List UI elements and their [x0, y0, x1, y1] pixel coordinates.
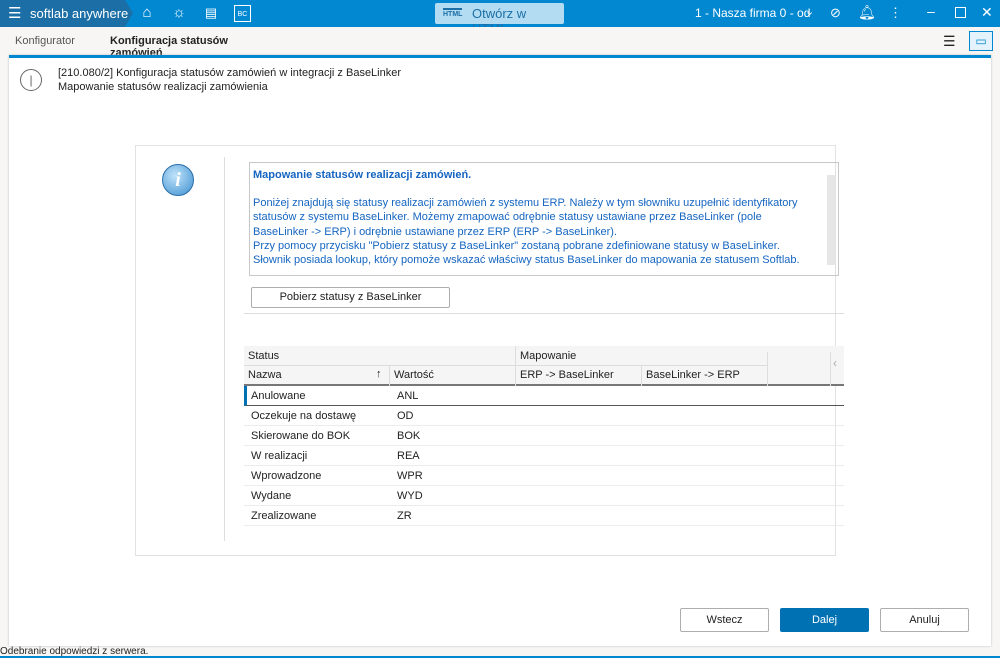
html-icon: HTML: [443, 8, 463, 18]
cell-name: Oczekuje na dostawę: [251, 410, 357, 422]
column-name[interactable]: Nazwa: [248, 369, 282, 381]
cell-name: W realizacji: [251, 450, 308, 462]
column-value[interactable]: Wartość: [394, 369, 434, 381]
description-title: Mapowanie statusów realizacji zamówień.: [253, 169, 472, 181]
tab-bar: Konfigurator Konfiguracja statusów zamów…: [0, 27, 1000, 65]
hamburger-menu-icon[interactable]: ☰: [8, 4, 21, 22]
minimize-icon[interactable]: –: [927, 3, 935, 19]
comment-icon[interactable]: ▭: [969, 31, 993, 51]
next-button[interactable]: Dalej: [780, 608, 869, 632]
table-row[interactable]: W realizacji REA: [244, 446, 844, 466]
table-row[interactable]: Zrealizowane ZR: [244, 506, 844, 526]
brand-area[interactable]: ☰ softlab anywhere: [0, 0, 133, 27]
column-erp-to-baselinker[interactable]: ERP -> BaseLinker: [520, 369, 614, 381]
more-menu-icon[interactable]: ⋮: [889, 5, 902, 21]
info-outline-icon: |: [20, 69, 42, 91]
cell-value: REA: [397, 450, 420, 462]
sort-ascending-icon[interactable]: ↑: [376, 368, 382, 380]
description-box[interactable]: Mapowanie statusów realizacji zamówień. …: [249, 162, 839, 276]
grid-header: Status Mapowanie Nazwa ↑ Wartość ERP -> …: [244, 346, 844, 386]
divider: [224, 157, 225, 541]
divider: [244, 313, 844, 314]
news-icon[interactable]: ▤: [201, 4, 221, 22]
cell-value: OD: [397, 410, 414, 422]
mic-off-icon[interactable]: ⊘: [830, 5, 841, 21]
table-row[interactable]: Anulowane ANL: [244, 386, 844, 406]
info-icon: i: [162, 164, 194, 196]
status-bar: Odebranie odpowiedzi z serwera.: [0, 646, 1000, 658]
lightbulb-icon[interactable]: ☼: [169, 4, 189, 22]
description-body: Poniżej znajdują się statusy realizacji …: [253, 197, 800, 267]
cell-value: ANL: [397, 390, 419, 402]
cancel-button[interactable]: Anuluj: [880, 608, 969, 632]
table-row[interactable]: Oczekuje na dostawę OD: [244, 406, 844, 426]
cell-value: BOK: [397, 430, 421, 442]
open-in-html-button[interactable]: HTML Otwórz w HTML: [435, 3, 564, 36]
app-brand: softlab anywhere: [30, 6, 129, 21]
table-row[interactable]: Wydane WYD: [244, 486, 844, 506]
cell-name: Wprowadzone: [251, 470, 322, 482]
chevron-left-icon[interactable]: ‹: [833, 356, 837, 370]
bc-icon[interactable]: BC: [234, 5, 251, 22]
cell-value: WPR: [397, 470, 423, 482]
cell-value: ZR: [397, 510, 412, 522]
cell-value: WYD: [397, 490, 423, 502]
status-text: Odebranie odpowiedzi z serwera.: [0, 646, 149, 657]
bell-icon[interactable]: 🔔︎: [858, 4, 876, 21]
close-icon[interactable]: ✕: [981, 4, 993, 21]
cell-name: Zrealizowane: [251, 510, 317, 522]
table-row[interactable]: Skierowane do BOK BOK: [244, 426, 844, 446]
column-baselinker-to-erp[interactable]: BaseLinker -> ERP: [646, 369, 740, 381]
maximize-icon[interactable]: [955, 7, 966, 18]
tree-list-icon[interactable]: ☰: [943, 33, 956, 50]
scrollbar[interactable]: [827, 175, 835, 265]
home-icon[interactable]: ⌂: [137, 4, 157, 22]
title-bar: ☰ softlab anywhere ⌂ ☼ ▤ BC HTML Otwórz …: [0, 0, 1000, 36]
company-selector[interactable]: 1 - Nasza firma 0 - od: [695, 6, 810, 20]
group-header-status: Status: [248, 350, 280, 362]
fetch-statuses-button[interactable]: Pobierz statusy z BaseLinker: [251, 287, 450, 308]
back-button[interactable]: Wstecz: [680, 608, 769, 632]
header-line1: [210.080/2] Konfiguracja statusów zamówi…: [58, 67, 402, 79]
header-line2: Mapowanie statusów realizacji zamówienia: [58, 81, 268, 93]
tab-konfigurator[interactable]: Konfigurator: [15, 35, 75, 47]
table-row[interactable]: Wprowadzone WPR: [244, 466, 844, 486]
group-header-mapping: Mapowanie: [520, 350, 577, 362]
cell-name: Anulowane: [251, 390, 306, 402]
cell-name: Skierowane do BOK: [251, 430, 351, 442]
cell-name: Wydane: [251, 490, 292, 502]
chevron-down-icon[interactable]: ⌄: [805, 5, 814, 18]
